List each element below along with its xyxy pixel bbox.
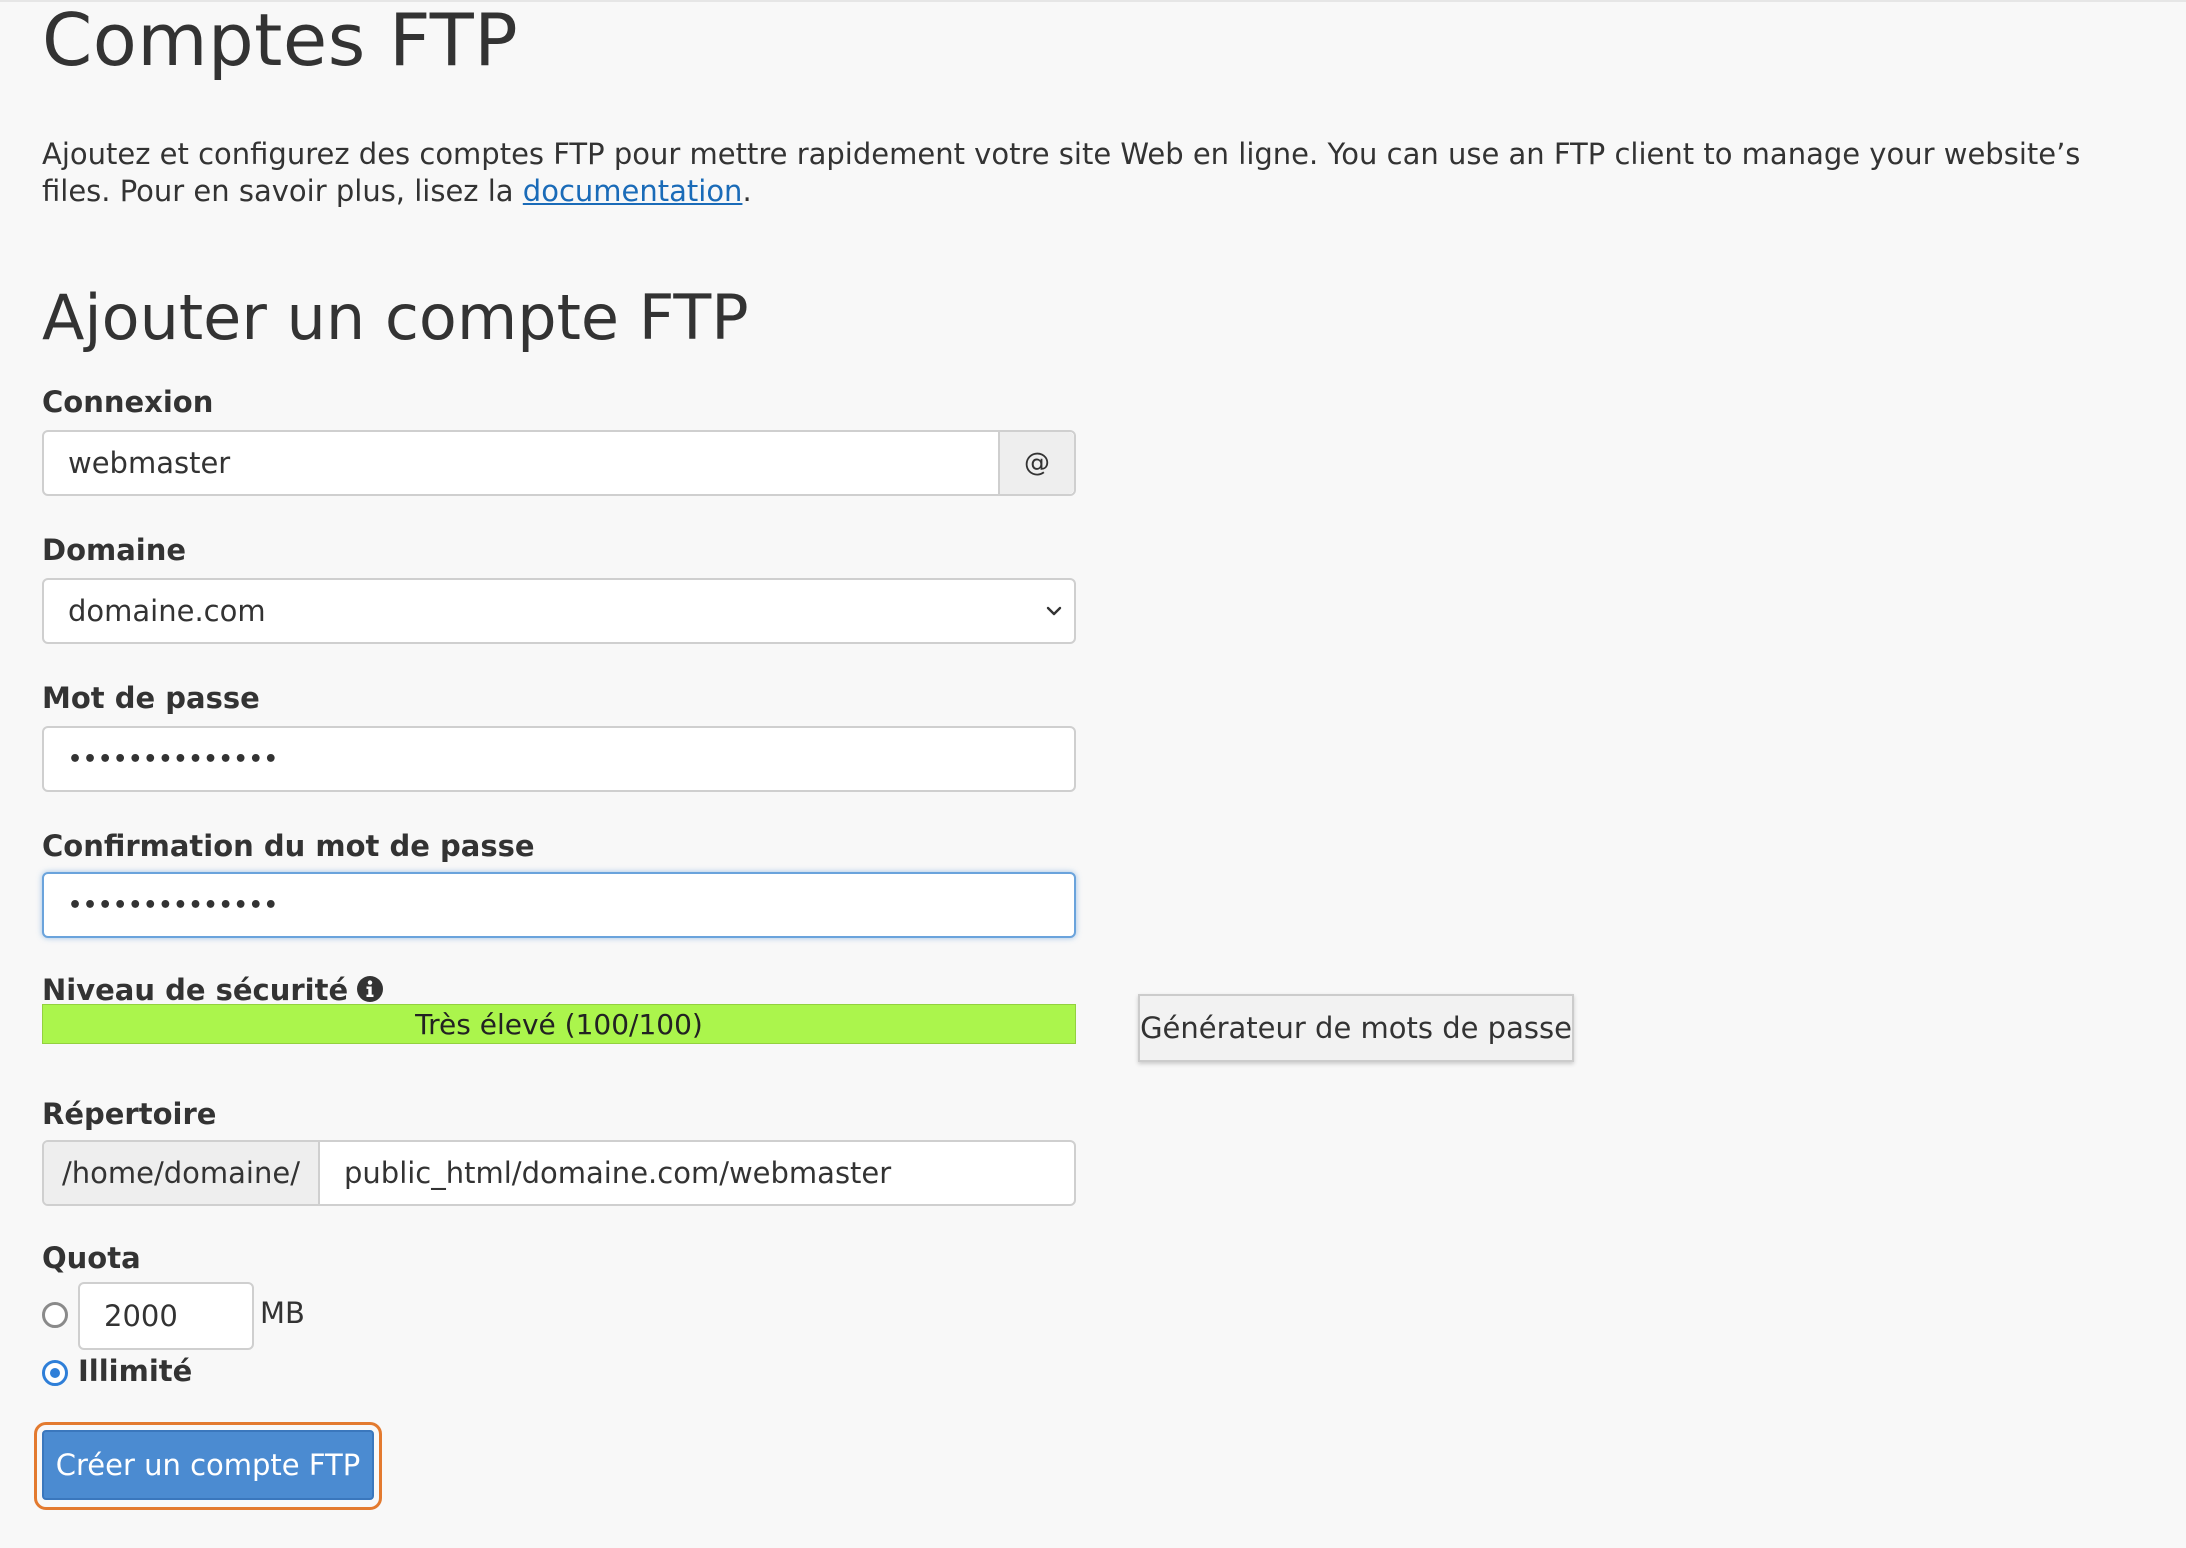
page-title: Comptes FTP bbox=[42, 0, 519, 82]
create-ftp-account-button[interactable]: Créer un compte FTP bbox=[42, 1430, 374, 1500]
domain-label: Domaine bbox=[42, 533, 187, 567]
password-input[interactable]: •••••••••••••• bbox=[42, 726, 1076, 792]
quota-value: 2000 bbox=[104, 1299, 178, 1333]
quota-unlimited-radio[interactable] bbox=[42, 1360, 68, 1386]
info-icon[interactable] bbox=[356, 975, 384, 1003]
password-label: Mot de passe bbox=[42, 681, 260, 715]
at-addon: @ bbox=[998, 432, 1074, 494]
directory-input-group: /home/domaine/ public_html/domaine.com/w… bbox=[42, 1140, 1076, 1206]
intro-paragraph: Ajoutez et configurez des comptes FTP po… bbox=[42, 136, 2142, 210]
domain-value: domaine.com bbox=[68, 594, 266, 628]
create-ftp-account-label: Créer un compte FTP bbox=[55, 1448, 361, 1482]
directory-value: public_html/domaine.com/webmaster bbox=[344, 1156, 892, 1190]
confirm-password-masked-value: •••••••••••••• bbox=[68, 892, 279, 918]
intro-text: Ajoutez et configurez des comptes FTP po… bbox=[42, 137, 2081, 208]
quota-unit: MB bbox=[260, 1296, 305, 1330]
login-input[interactable]: webmaster @ bbox=[42, 430, 1076, 496]
confirm-password-input[interactable]: •••••••••••••• bbox=[42, 872, 1076, 938]
documentation-link[interactable]: documentation bbox=[523, 174, 743, 208]
domain-select[interactable]: domaine.com bbox=[42, 578, 1076, 644]
quota-limited-radio[interactable] bbox=[42, 1302, 68, 1328]
directory-prefix: /home/domaine/ bbox=[44, 1142, 320, 1204]
quota-input[interactable]: 2000 bbox=[78, 1282, 254, 1350]
confirm-password-label: Confirmation du mot de passe bbox=[42, 829, 535, 863]
quota-unlimited-label[interactable]: Illimité bbox=[78, 1354, 192, 1388]
directory-input[interactable]: public_html/domaine.com/webmaster bbox=[320, 1142, 891, 1204]
password-masked-value: •••••••••••••• bbox=[68, 746, 279, 772]
directory-label: Répertoire bbox=[42, 1097, 217, 1131]
strength-meter: Très élevé (100/100) bbox=[42, 1004, 1076, 1044]
strength-label-row: Niveau de sécurité bbox=[42, 972, 384, 1008]
password-generator-button[interactable]: Générateur de mots de passe bbox=[1138, 994, 1574, 1062]
intro-end: . bbox=[742, 174, 752, 208]
quota-label: Quota bbox=[42, 1241, 141, 1275]
section-title: Ajouter un compte FTP bbox=[42, 281, 749, 354]
strength-text: Très élevé (100/100) bbox=[415, 1007, 703, 1041]
chevron-down-icon bbox=[1046, 606, 1062, 616]
login-value: webmaster bbox=[68, 446, 231, 480]
password-generator-label: Générateur de mots de passe bbox=[1140, 1011, 1572, 1045]
strength-label: Niveau de sécurité bbox=[42, 973, 349, 1007]
login-label: Connexion bbox=[42, 385, 214, 419]
